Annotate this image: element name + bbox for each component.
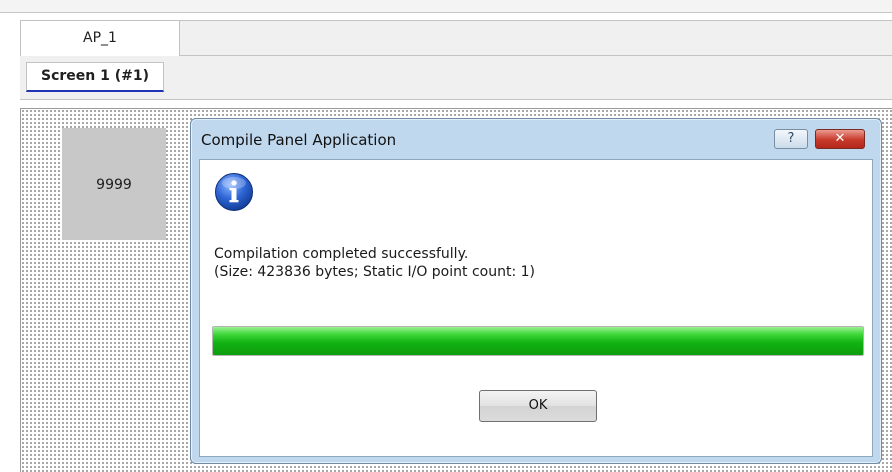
compile-dialog: Compile Panel Application ? ✕ Compilatio… [190, 118, 882, 464]
question-icon: ? [787, 131, 795, 146]
dialog-title: Compile Panel Application [201, 131, 397, 149]
screen-tab-row: Screen 1 (#1) [20, 56, 892, 100]
close-icon: ✕ [834, 131, 846, 146]
application-tab-bar: AP_1 [20, 20, 892, 57]
ok-button[interactable]: OK [479, 390, 597, 422]
close-button[interactable]: ✕ [815, 129, 865, 149]
numeric-display-element[interactable]: 9999 [62, 128, 166, 240]
size-message: (Size: 423836 bytes; Static I/O point co… [214, 264, 535, 280]
tab-screen-1[interactable]: Screen 1 (#1) [26, 62, 164, 92]
help-button[interactable]: ? [774, 129, 808, 149]
top-toolbar-strip [0, 0, 892, 13]
progress-fill [213, 327, 863, 355]
info-icon [215, 173, 253, 211]
progress-bar [212, 326, 864, 356]
status-message: Compilation completed successfully. [214, 246, 469, 262]
tab-ap-1[interactable]: AP_1 [20, 20, 180, 57]
dialog-body: Compilation completed successfully. (Siz… [199, 159, 873, 457]
